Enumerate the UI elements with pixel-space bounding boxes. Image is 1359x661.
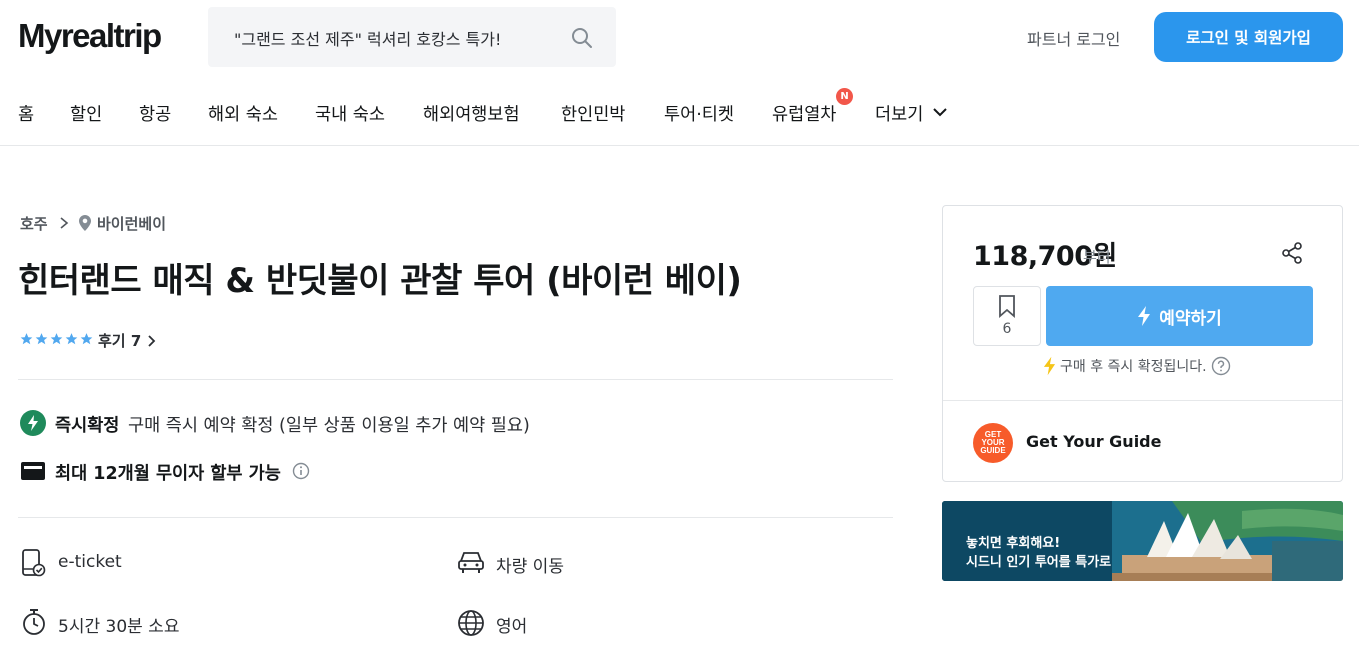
stopwatch-icon xyxy=(23,609,45,635)
rating-stars xyxy=(19,332,94,346)
feature-language: 영어 xyxy=(496,617,528,637)
installment-text: 최대 12개월 무이자 할부 가능 xyxy=(55,464,281,484)
nav-item-travel-insurance[interactable]: 해외여행보험 xyxy=(423,101,520,126)
feature-transport: 차량 이동 xyxy=(496,557,564,577)
confirm-text: 구매 후 즉시 확정됩니다. xyxy=(1060,359,1207,375)
partner-login-link[interactable]: 파트너 로그인 xyxy=(1027,26,1120,50)
banner-headline: 놓치면 후회해요! xyxy=(966,536,1061,551)
banner-subtext: 시드니 인기 투어를 특가로 xyxy=(966,555,1112,570)
top-header: Myrealtrip "그랜드 조선 제주" 럭셔리 호캉스 특가! 파트너 로… xyxy=(0,0,1359,76)
feature-ticket: e-ticket xyxy=(58,552,122,572)
divider xyxy=(18,517,893,518)
star-icon xyxy=(65,333,78,345)
getyourguide-logo: GET YOUR GUIDE xyxy=(973,423,1013,463)
help-icon[interactable] xyxy=(1211,356,1231,376)
nav-item-overseas-stay[interactable]: 해외 숙소 xyxy=(208,101,278,126)
bookmark-icon xyxy=(999,295,1015,318)
lightning-icon xyxy=(1043,356,1056,376)
nav-item-europe-train[interactable]: 유럽열차 xyxy=(772,101,836,126)
instant-confirm-text: 구매 즉시 예약 확정 (일부 상품 이용일 추가 예약 필요) xyxy=(128,416,530,436)
nav-item-more[interactable]: 더보기 xyxy=(875,101,923,126)
site-logo[interactable]: Myrealtrip xyxy=(18,17,162,55)
nav-item-minbak[interactable]: 한인민박 xyxy=(561,101,625,126)
review-link[interactable]: 후기 7 xyxy=(98,330,156,351)
new-badge: N xyxy=(836,88,853,105)
car-icon xyxy=(458,552,484,573)
star-icon xyxy=(50,333,63,345)
book-now-label[interactable]: 예약하기 xyxy=(1159,304,1222,329)
review-count[interactable]: 후기 7 xyxy=(98,332,141,350)
mobile-ticket-icon xyxy=(22,549,46,577)
search-placeholder[interactable]: "그랜드 조선 제주" 럭셔리 호캉스 특가! xyxy=(234,26,501,50)
book-now-button[interactable]: 예약하기 xyxy=(1046,286,1313,346)
info-icon[interactable] xyxy=(292,462,310,480)
feature-duration: 5시간 30분 소요 xyxy=(58,617,180,637)
divider xyxy=(18,379,893,380)
star-icon xyxy=(20,333,33,345)
location-pin-icon xyxy=(79,215,91,231)
wishlist-button[interactable]: 6 xyxy=(973,286,1041,346)
instant-confirm-label: 즉시확정 xyxy=(55,416,120,436)
login-signup-button[interactable]: 로그인 및 회원가입 xyxy=(1154,12,1343,62)
search-bar[interactable]: "그랜드 조선 제주" 럭셔리 호캉스 특가! xyxy=(208,7,616,67)
breadcrumb-country[interactable]: 호주 xyxy=(20,213,48,234)
product-title: 힌터랜드 매직 & 반딧불이 관찰 투어 (바이런 베이) xyxy=(18,261,742,301)
main-nav: 홈 할인 항공 해외 숙소 국내 숙소 해외여행보험 한인민박 투어·티켓 유럽… xyxy=(0,80,1359,146)
breadcrumb-city[interactable]: 바이런베이 xyxy=(97,213,166,234)
partner-name[interactable]: Get Your Guide xyxy=(1026,432,1161,451)
lightning-icon xyxy=(1138,306,1151,326)
chevron-down-icon[interactable] xyxy=(932,104,948,120)
booking-card: 118,700원 부터 6 예약하기 구매 후 즉시 확정됩니다. GET YO… xyxy=(942,205,1343,482)
divider xyxy=(943,400,1342,401)
nav-item-home[interactable]: 홈 xyxy=(18,101,34,126)
price-suffix: 부터 xyxy=(1083,248,1111,266)
credit-card-icon xyxy=(21,462,45,480)
search-icon[interactable] xyxy=(570,26,594,50)
confirm-notice: 구매 후 즉시 확정됩니다. xyxy=(1043,356,1231,376)
globe-icon xyxy=(458,610,484,636)
wishlist-count: 6 xyxy=(1002,321,1012,337)
nav-item-tour-ticket[interactable]: 투어·티켓 xyxy=(664,101,734,126)
chevron-right-icon xyxy=(60,217,69,229)
nav-item-flight[interactable]: 항공 xyxy=(139,101,171,126)
share-icon[interactable] xyxy=(1280,241,1304,265)
promo-banner[interactable]: 놓치면 후회해요! 시드니 인기 투어를 특가로 xyxy=(942,501,1343,581)
chevron-right-icon xyxy=(147,335,155,347)
lightning-badge-icon xyxy=(20,410,46,436)
star-icon xyxy=(80,333,93,345)
nav-item-discount[interactable]: 할인 xyxy=(70,101,102,126)
star-icon xyxy=(35,333,48,345)
nav-item-domestic-stay[interactable]: 국내 숙소 xyxy=(315,101,385,126)
